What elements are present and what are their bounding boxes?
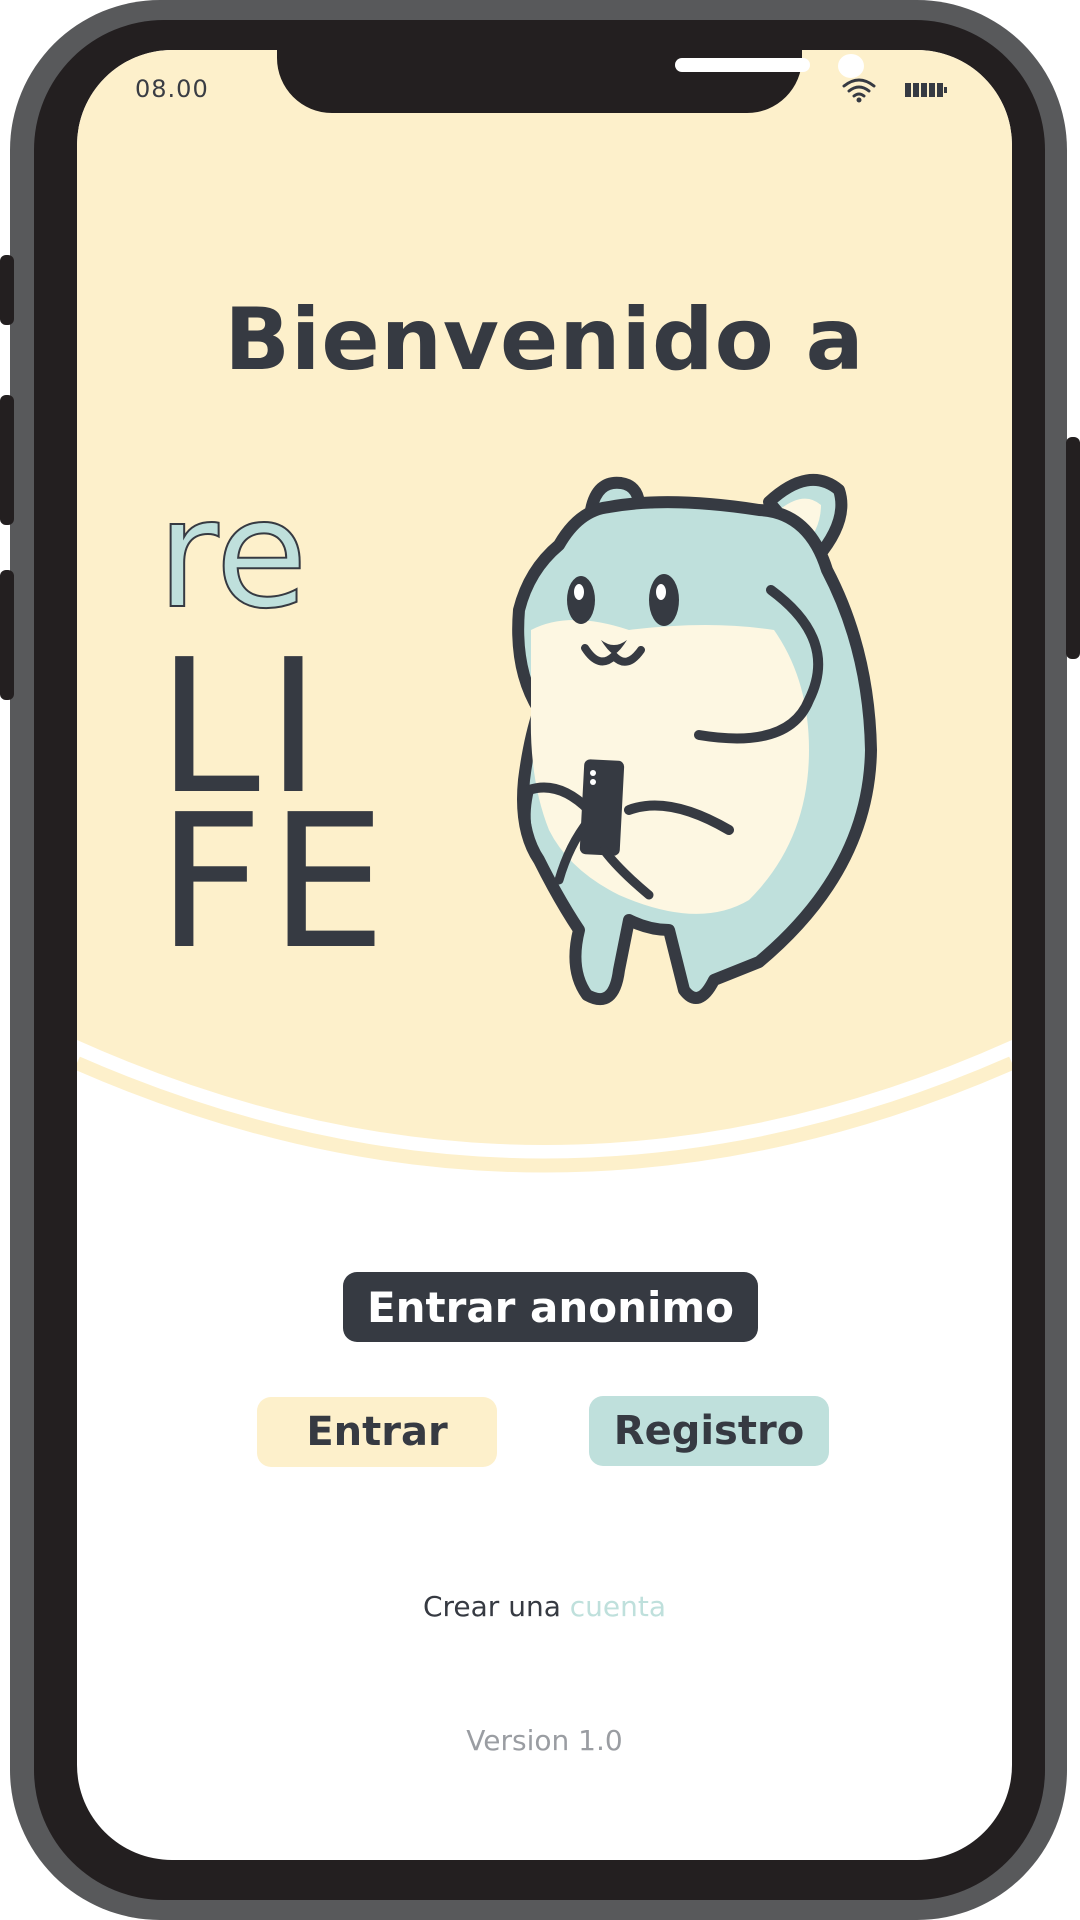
create-account-text: Crear una cuenta	[77, 1590, 1012, 1623]
login-button[interactable]: Entrar	[257, 1397, 497, 1467]
create-account-link[interactable]: cuenta	[570, 1590, 666, 1623]
logo-fe: FE	[157, 774, 393, 990]
version-label: Version 1.0	[466, 1724, 623, 1757]
welcome-title: Bienvenido a	[224, 290, 865, 390]
volume-up-button	[0, 395, 14, 525]
phone-screen: 08.00 Bienvenido a re LI FE Entrar anoni…	[77, 50, 1012, 1860]
logo-re: re	[156, 468, 309, 642]
register-button[interactable]: Registro	[589, 1396, 829, 1466]
hamster-mascot-illustration	[512, 473, 877, 1006]
create-account-prefix: Crear una	[422, 1590, 561, 1623]
status-time: 08.00	[135, 75, 209, 103]
battery-icon	[905, 83, 947, 97]
power-button	[1066, 437, 1080, 659]
volume-down-button	[0, 570, 14, 700]
front-camera	[838, 54, 864, 78]
wifi-icon	[842, 78, 876, 103]
speaker-grille	[675, 58, 810, 72]
notch	[277, 50, 864, 113]
mute-switch	[0, 255, 14, 325]
anonymous-login-button[interactable]: Entrar anonimo	[343, 1272, 758, 1342]
